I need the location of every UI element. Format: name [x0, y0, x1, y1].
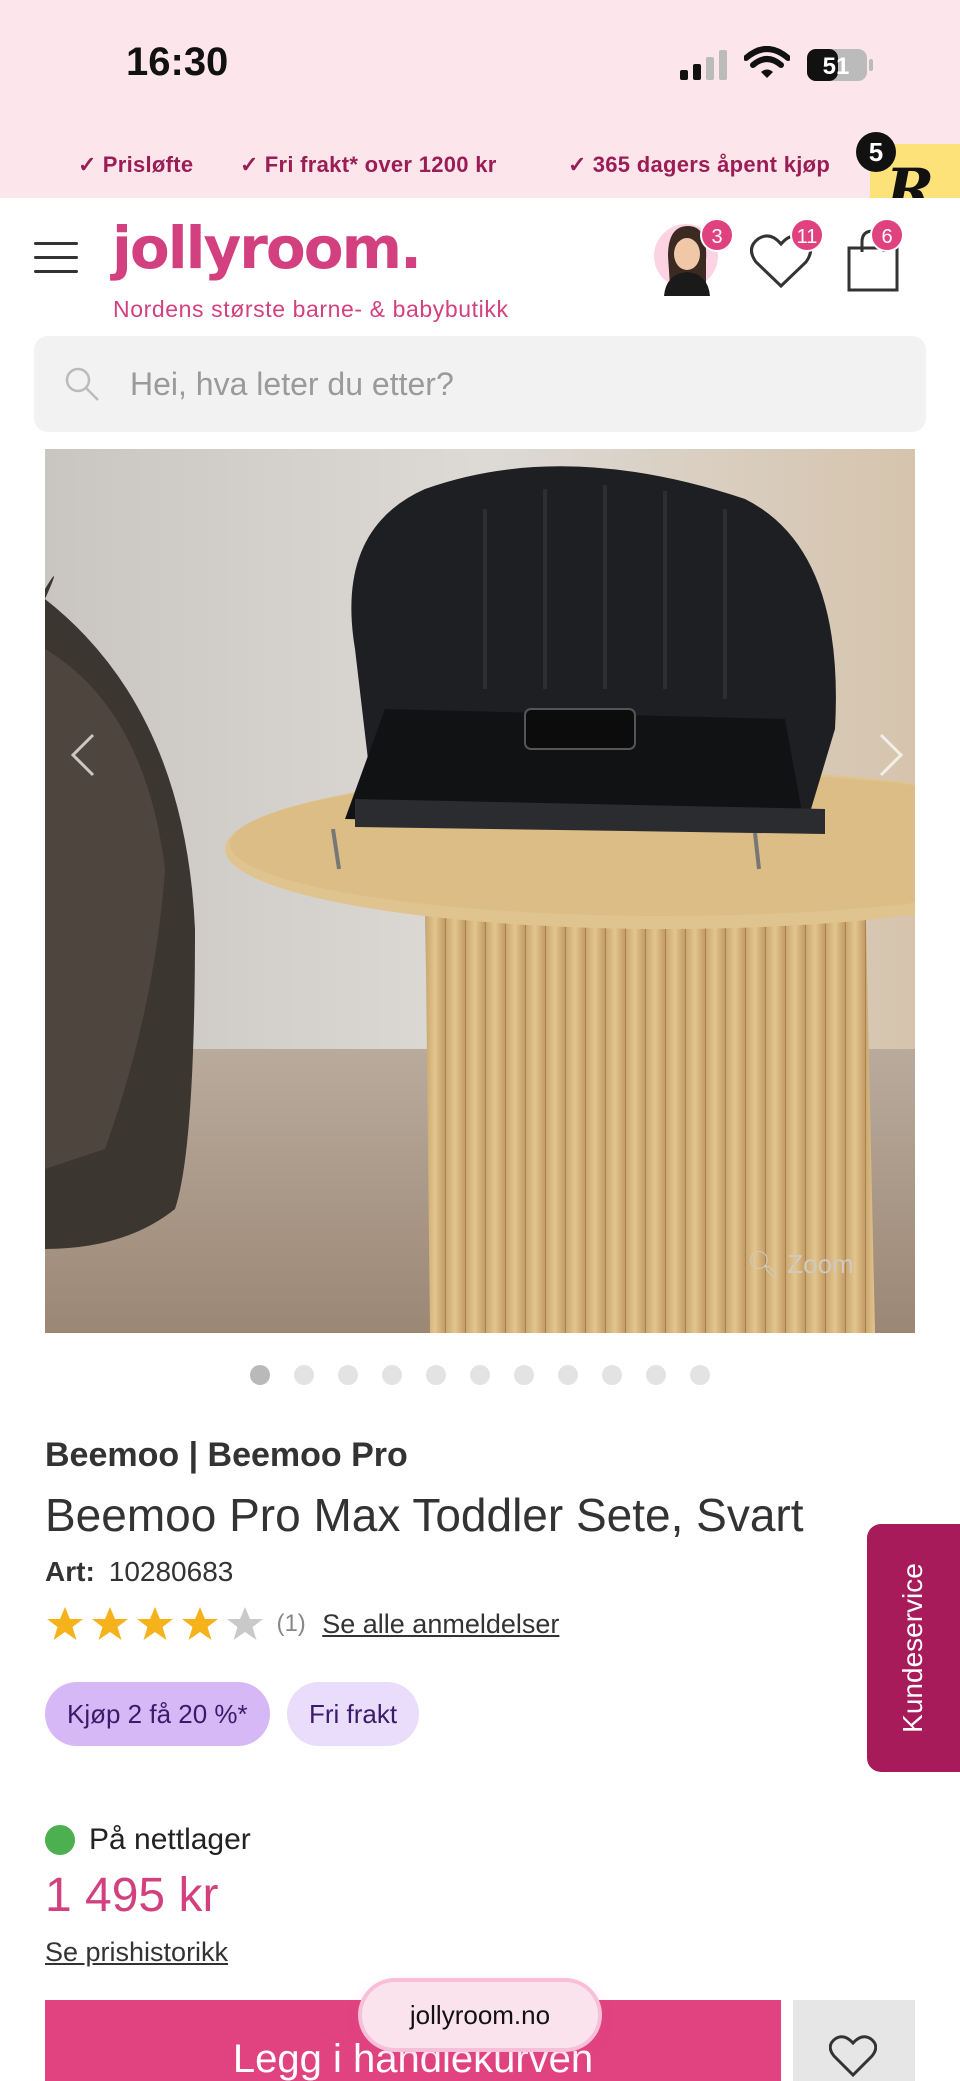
menu-icon[interactable]: [34, 242, 78, 274]
promo-tag-buy-two[interactable]: Kjøp 2 få 20 %*: [45, 1682, 270, 1746]
search-icon: [65, 367, 99, 401]
gallery-dot[interactable]: [338, 1365, 358, 1385]
see-all-reviews-link[interactable]: Se alle anmeldelser: [322, 1609, 559, 1640]
gallery-dot[interactable]: [294, 1365, 314, 1385]
product-image-gallery[interactable]: 🔍︎ Zoom: [45, 449, 915, 1333]
gallery-dot[interactable]: [558, 1365, 578, 1385]
status-time: 16:30: [126, 40, 229, 84]
product-price: 1 495 kr: [45, 1869, 219, 1922]
customer-service-label: Kundeservice: [897, 1563, 928, 1733]
account-badge: 3: [700, 218, 734, 252]
check-icon: ✓: [78, 152, 97, 177]
rewards-count-badge: 5: [856, 132, 896, 172]
stock-status: På nettlager: [45, 1822, 251, 1857]
add-to-wishlist-button[interactable]: [793, 2000, 915, 2081]
site-logo[interactable]: jollyroom.: [112, 214, 422, 282]
gallery-dot[interactable]: [690, 1365, 710, 1385]
promo-strip: ✓ Prisløfte ✓ Fri frakt* over 1200 kr ✓ 365…: [0, 110, 960, 198]
gallery-dot[interactable]: [602, 1365, 622, 1385]
wishlist-badge: 11: [790, 218, 824, 252]
customer-service-tab[interactable]: Kundeservice: [867, 1524, 960, 1772]
heart-icon: [829, 2035, 877, 2078]
search-bar[interactable]: [34, 336, 926, 432]
promo-tag-free-shipping[interactable]: Fri frakt: [287, 1682, 420, 1746]
product-title: Beemoo Pro Max Toddler Sete, Svart: [45, 1489, 804, 1541]
cellular-signal-icon: [680, 50, 727, 80]
battery-icon: 51: [807, 49, 873, 81]
product-rating: (1) Se alle anmeldelser: [45, 1604, 559, 1644]
star-empty-icon: [227, 1607, 263, 1640]
gallery-pagination: [0, 1365, 960, 1390]
star-filled-icon: [92, 1607, 128, 1640]
gallery-dot[interactable]: [382, 1365, 402, 1385]
site-header: jollyroom. Nordens største barne- & baby…: [0, 198, 960, 324]
magnifier-icon: 🔍︎: [747, 1249, 781, 1279]
promo-item-price-promise[interactable]: ✓ Prisløfte: [78, 152, 193, 178]
article-value: 10280683: [108, 1556, 234, 1587]
price-history-link[interactable]: Se prishistorikk: [45, 1937, 228, 1968]
site-url-pill[interactable]: jollyroom.no: [362, 1982, 598, 2048]
in-stock-indicator: [45, 1825, 75, 1856]
gallery-dot[interactable]: [646, 1365, 666, 1385]
cart-badge: 6: [870, 218, 904, 252]
site-tagline: Nordens største barne- & babybutikk: [113, 296, 509, 322]
check-icon: ✓: [568, 152, 587, 177]
gallery-dot[interactable]: [250, 1365, 270, 1385]
promo-item-open-purchase[interactable]: ✓ 365 dagers åpent kjøp: [568, 152, 830, 178]
zoom-button[interactable]: 🔍︎ Zoom: [747, 1249, 854, 1280]
star-filled-icon: [182, 1607, 218, 1640]
article-label: Art:: [45, 1556, 95, 1587]
status-bar: 16:30 51: [0, 0, 960, 110]
gallery-dot[interactable]: [426, 1365, 446, 1385]
article-number: Art: 10280683: [45, 1556, 233, 1588]
battery-level: 51: [823, 53, 850, 80]
search-input[interactable]: [130, 358, 890, 410]
product-brand[interactable]: Beemoo | Beemoo Pro: [45, 1436, 408, 1475]
gallery-dot[interactable]: [514, 1365, 534, 1385]
review-count: (1): [276, 1610, 306, 1637]
gallery-dot[interactable]: [470, 1365, 490, 1385]
promo-item-free-shipping[interactable]: ✓ Fri frakt* over 1200 kr: [240, 152, 497, 178]
star-filled-icon: [137, 1607, 173, 1640]
wifi-icon: [744, 46, 790, 78]
check-icon: ✓: [240, 152, 259, 177]
star-filled-icon: [47, 1607, 83, 1640]
product-image: [45, 449, 915, 1333]
